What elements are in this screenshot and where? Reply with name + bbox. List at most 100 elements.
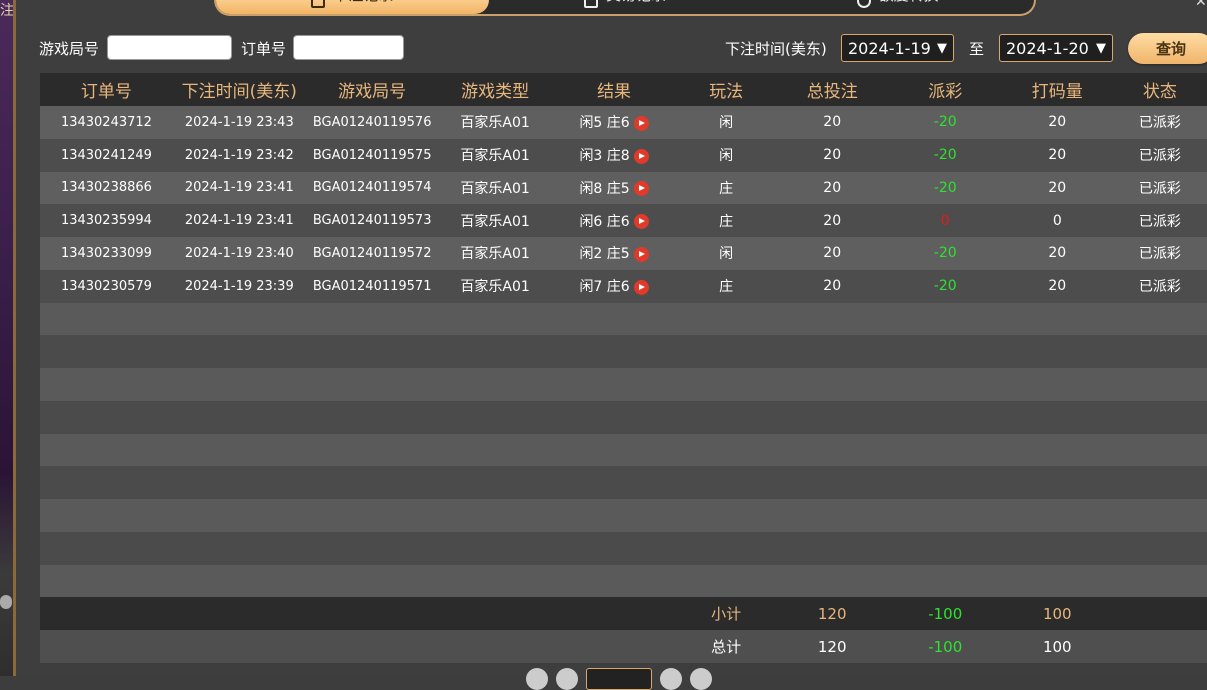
- time-cell: 2024-1-19 23:40: [184, 245, 294, 261]
- round-cell: BGA01240119575: [312, 147, 432, 163]
- payout-cell: -20: [933, 278, 957, 295]
- date-from-select[interactable]: 2024-1-19 ▼: [841, 34, 954, 62]
- chevron-down-icon: ▼: [937, 40, 947, 56]
- result-cell: 闲8 庄5: [552, 178, 677, 198]
- table-row: 13430233099 2024-1-19 23:40 BGA012401195…: [40, 237, 1207, 270]
- type-cell: 百家乐A01: [460, 213, 530, 230]
- play-cell: 闲: [719, 115, 734, 132]
- tab-label: 交易记录: [606, 0, 666, 14]
- play-cell: 闲: [719, 246, 734, 263]
- play-replay-icon[interactable]: [633, 115, 649, 131]
- order-input[interactable]: [293, 35, 404, 60]
- time-cell: 2024-1-19 23:41: [184, 213, 294, 229]
- chevron-down-icon: ▼: [1096, 40, 1106, 56]
- status-cell: 已派彩: [1138, 180, 1181, 197]
- tab-transaction-records[interactable]: 交易记录: [489, 0, 762, 14]
- result-text: 闲5 庄6: [579, 115, 630, 132]
- result-text: 闲7 庄6: [579, 279, 630, 296]
- game-round-label: 游戏局号: [39, 40, 100, 58]
- subtotal-payout: -100: [928, 604, 963, 623]
- turnover-cell: 20: [1048, 179, 1067, 196]
- col-total-bet: 总投注: [806, 82, 858, 102]
- play-replay-icon[interactable]: [633, 148, 649, 164]
- next-page-button[interactable]: [660, 668, 682, 690]
- tab-bet-records[interactable]: 下注记录: [216, 0, 489, 14]
- result-cell: 闲6 庄6: [552, 211, 677, 231]
- query-button[interactable]: 查询: [1128, 33, 1207, 64]
- col-game-round: 游戏局号: [338, 82, 407, 102]
- empty-row: [40, 466, 1207, 499]
- close-icon[interactable]: ✕: [1195, 0, 1207, 10]
- to-label: 至: [969, 40, 985, 58]
- type-cell: 百家乐A01: [460, 279, 530, 296]
- result-cell: 闲2 庄5: [552, 243, 677, 263]
- order-label: 订单号: [241, 40, 287, 58]
- turnover-cell: 0: [1052, 212, 1062, 229]
- turnover-cell: 20: [1048, 147, 1067, 164]
- type-cell: 百家乐A01: [460, 148, 530, 165]
- result-cell: 闲7 庄6: [552, 276, 677, 296]
- play-cell: 庄: [719, 213, 734, 230]
- background-slider-handle: [0, 595, 12, 609]
- empty-row: [40, 400, 1207, 434]
- date-to-select[interactable]: 2024-1-20 ▼: [999, 34, 1113, 62]
- payout-cell: 0: [940, 212, 950, 229]
- table-body: 13430243712 2024-1-19 23:43 BGA012401195…: [40, 106, 1207, 598]
- prev-page-button[interactable]: [556, 668, 578, 690]
- table-row: 13430238866 2024-1-19 23:41 BGA012401195…: [40, 171, 1207, 205]
- col-order: 订单号: [80, 82, 132, 102]
- col-payout: 派彩: [928, 82, 963, 102]
- col-turnover: 打码量: [1031, 82, 1083, 102]
- page-number-input[interactable]: [586, 668, 652, 690]
- empty-row: [40, 564, 1207, 598]
- play-replay-icon[interactable]: [633, 279, 649, 295]
- round-cell: BGA01240119574: [312, 180, 432, 196]
- bet-cell: 20: [823, 245, 842, 262]
- filter-bar: 游戏局号 订单号 下注时间(美东) 2024-1-19 ▼ 至 2024-1-2…: [16, 30, 1207, 66]
- round-cell: BGA01240119576: [312, 114, 432, 130]
- bet-records-modal: 下注记录 交易记录 额度转换 ✕ 游戏局号 订单号 下注时间(美东) 2024-…: [16, 0, 1207, 690]
- tab-label: 额度转换: [879, 0, 939, 14]
- subtotal-bet: 120: [817, 604, 847, 623]
- bet-cell: 20: [823, 147, 842, 164]
- last-page-button[interactable]: [690, 668, 712, 690]
- result-text: 闲3 庄8: [579, 148, 630, 165]
- status-cell: 已派彩: [1138, 246, 1181, 263]
- round-cell: BGA01240119572: [312, 245, 432, 261]
- play-replay-icon[interactable]: [633, 246, 649, 262]
- payout-cell: -20: [933, 114, 957, 131]
- game-round-input[interactable]: [107, 35, 232, 60]
- time-cell: 2024-1-19 23:43: [184, 114, 294, 130]
- first-page-button[interactable]: [526, 668, 548, 690]
- play-replay-icon[interactable]: [633, 181, 649, 197]
- list-icon: [311, 0, 326, 8]
- order-cell: 13430233099: [60, 245, 152, 261]
- round-cell: BGA01240119571: [312, 278, 432, 294]
- tab-bar: 下注记录 交易记录 额度转换: [214, 0, 1036, 16]
- tab-credit-transfer[interactable]: 额度转换: [761, 0, 1034, 14]
- table-row: 13430241249 2024-1-19 23:42 BGA012401195…: [40, 138, 1207, 172]
- result-text: 闲8 庄5: [579, 180, 630, 197]
- status-cell: 已派彩: [1138, 148, 1181, 165]
- bet-cell: 20: [823, 179, 842, 196]
- date-to-value: 2024-1-20: [1006, 38, 1089, 58]
- bet-records-table: 订单号 下注时间(美东) 游戏局号 游戏类型 结果 玩法 总投注 派彩 打码量 …: [40, 73, 1207, 664]
- subtotal-label: 小计: [711, 605, 742, 624]
- turnover-cell: 20: [1048, 114, 1067, 131]
- tab-label: 下注记录: [333, 0, 393, 14]
- order-cell: 13430230579: [60, 278, 152, 294]
- time-cell: 2024-1-19 23:42: [184, 147, 294, 163]
- table-header: 订单号 下注时间(美东) 游戏局号 游戏类型 结果 玩法 总投注 派彩 打码量 …: [40, 73, 1207, 106]
- col-status: 状态: [1142, 82, 1177, 102]
- round-cell: BGA01240119573: [312, 213, 432, 229]
- background-game-scene: [0, 0, 13, 676]
- time-cell: 2024-1-19 23:39: [184, 278, 294, 294]
- order-cell: 13430243712: [60, 114, 152, 130]
- play-replay-icon[interactable]: [633, 214, 649, 230]
- bet-cell: 20: [823, 212, 842, 229]
- result-text: 闲2 庄5: [579, 246, 630, 263]
- order-cell: 13430235994: [60, 213, 152, 229]
- table-row: 13430243712 2024-1-19 23:43 BGA012401195…: [40, 106, 1207, 139]
- empty-row: [40, 499, 1207, 532]
- subtotal-row: 小计 120 -100 100: [40, 597, 1207, 631]
